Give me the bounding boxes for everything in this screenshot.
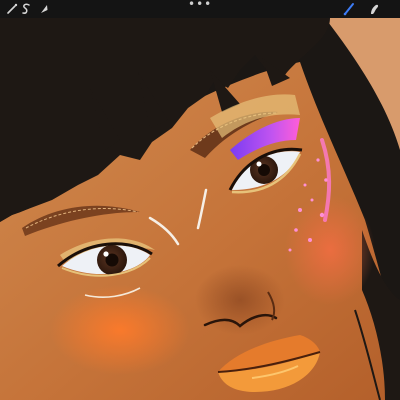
transform-button[interactable]	[36, 1, 52, 17]
drawing-canvas[interactable]	[0, 18, 400, 400]
smudge-button[interactable]	[366, 1, 382, 17]
cursor-arrow-icon	[41, 5, 48, 13]
magic-wand-icon	[7, 3, 18, 14]
top-toolbar: •••	[0, 0, 400, 18]
selection-button[interactable]	[18, 1, 34, 17]
more-dots-icon[interactable]: •••	[188, 0, 212, 10]
blush-right	[285, 195, 375, 305]
selection-s-icon	[22, 3, 30, 14]
blush-left	[50, 285, 190, 375]
smudge-icon	[371, 4, 379, 14]
brush-icon	[343, 3, 354, 16]
procreate-app: •••	[0, 0, 400, 400]
brush-button[interactable]	[341, 1, 357, 17]
face-painting	[0, 18, 400, 400]
